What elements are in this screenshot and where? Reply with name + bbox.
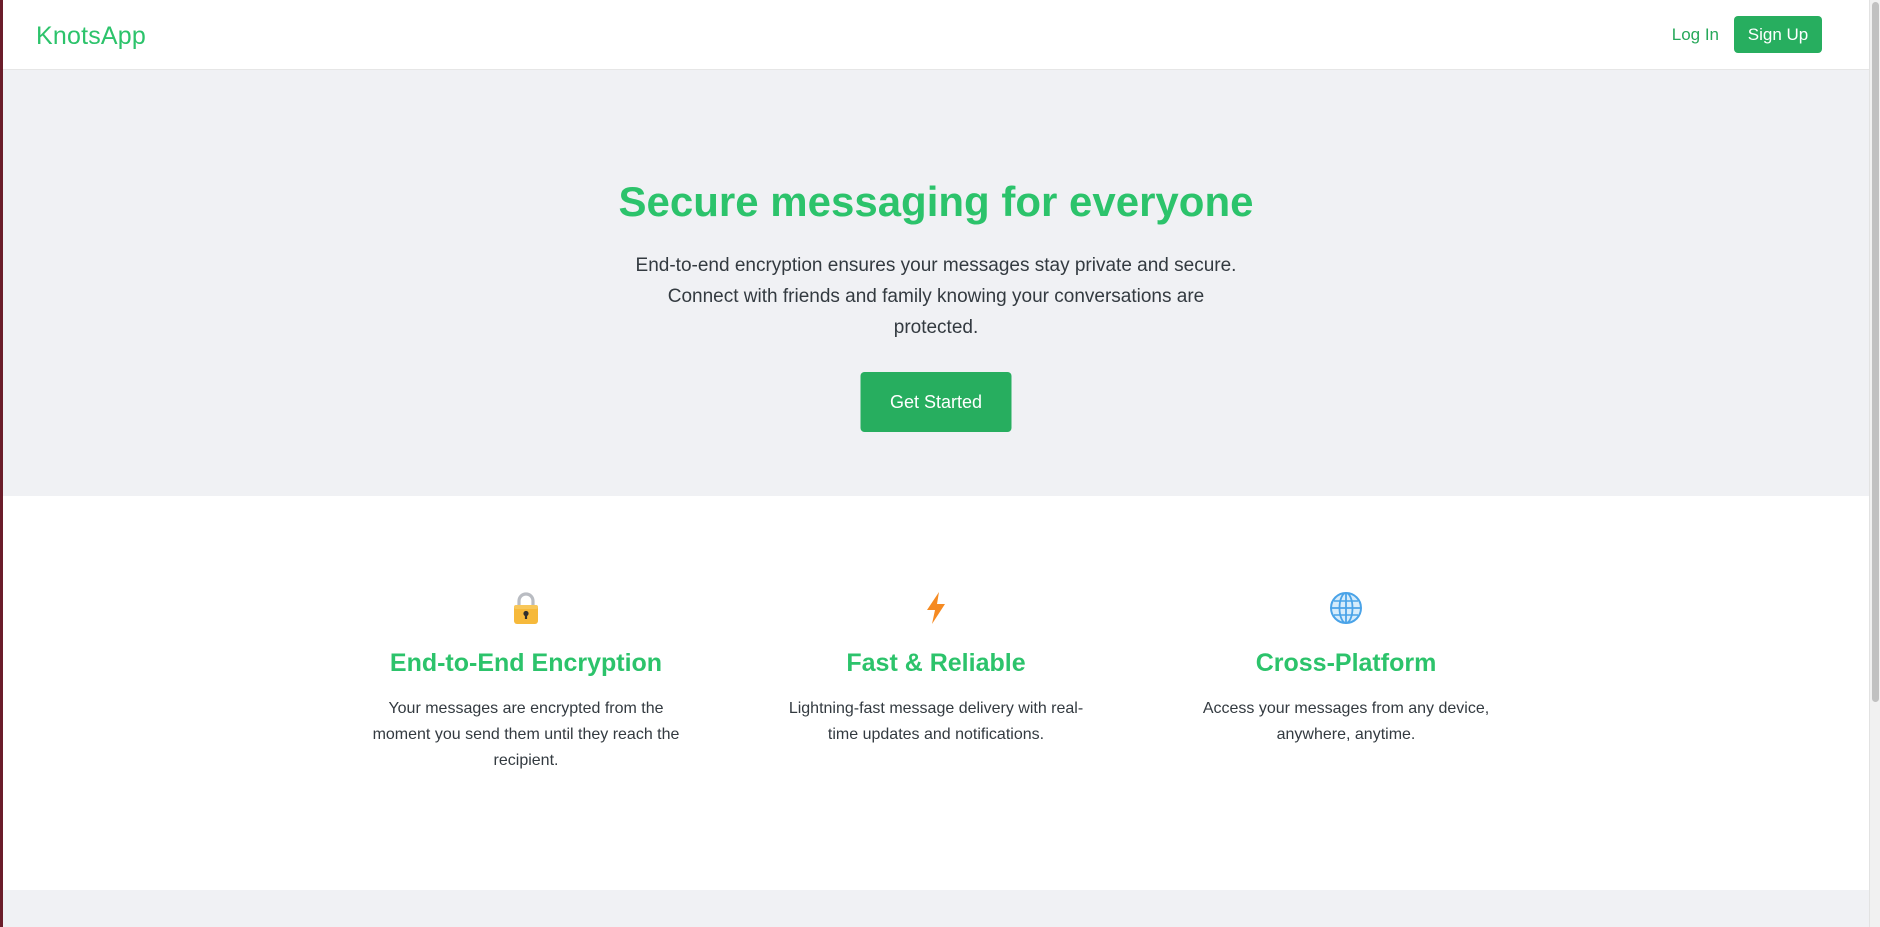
page-viewport: KnotsApp Log In Sign Up Secure messaging… bbox=[3, 0, 1869, 927]
feature-title: End-to-End Encryption bbox=[389, 649, 663, 677]
lightning-icon bbox=[927, 592, 945, 624]
browser-frame: KnotsApp Log In Sign Up Secure messaging… bbox=[0, 0, 1880, 927]
features-section: End-to-End Encryption Your messages are … bbox=[3, 496, 1869, 890]
feature-title: Cross-Platform bbox=[1255, 649, 1437, 677]
get-started-button[interactable]: Get Started bbox=[860, 372, 1012, 432]
hero-subtitle: End-to-end encryption ensures your messa… bbox=[635, 255, 1237, 338]
scrollbar-thumb[interactable] bbox=[1872, 2, 1879, 702]
signup-button[interactable]: Sign Up bbox=[1734, 16, 1822, 53]
feature-card-encryption: End-to-End Encryption Your messages are … bbox=[356, 591, 696, 774]
feature-title: Fast & Reliable bbox=[846, 649, 1026, 677]
next-section-edge bbox=[3, 890, 1869, 927]
globe-icon bbox=[1330, 592, 1362, 624]
lock-icon bbox=[514, 592, 538, 624]
login-link[interactable]: Log In bbox=[1672, 25, 1719, 45]
feature-card-cross-platform: Cross-Platform Access your messages from… bbox=[1176, 591, 1516, 748]
navbar: KnotsApp Log In Sign Up bbox=[3, 0, 1869, 70]
feature-description: Your messages are encrypted from the mom… bbox=[372, 700, 680, 769]
hero-title: Secure messaging for everyone bbox=[618, 178, 1254, 225]
brand-logo[interactable]: KnotsApp bbox=[36, 22, 146, 51]
feature-description: Access your messages from any device, an… bbox=[1202, 700, 1490, 743]
page-scrollbar[interactable] bbox=[1869, 0, 1880, 927]
feature-description: Lightning-fast message delivery with rea… bbox=[788, 700, 1084, 743]
hero-section: Secure messaging for everyone End-to-end… bbox=[3, 70, 1869, 496]
feature-card-speed: Fast & Reliable Lightning-fast message d… bbox=[766, 591, 1106, 748]
